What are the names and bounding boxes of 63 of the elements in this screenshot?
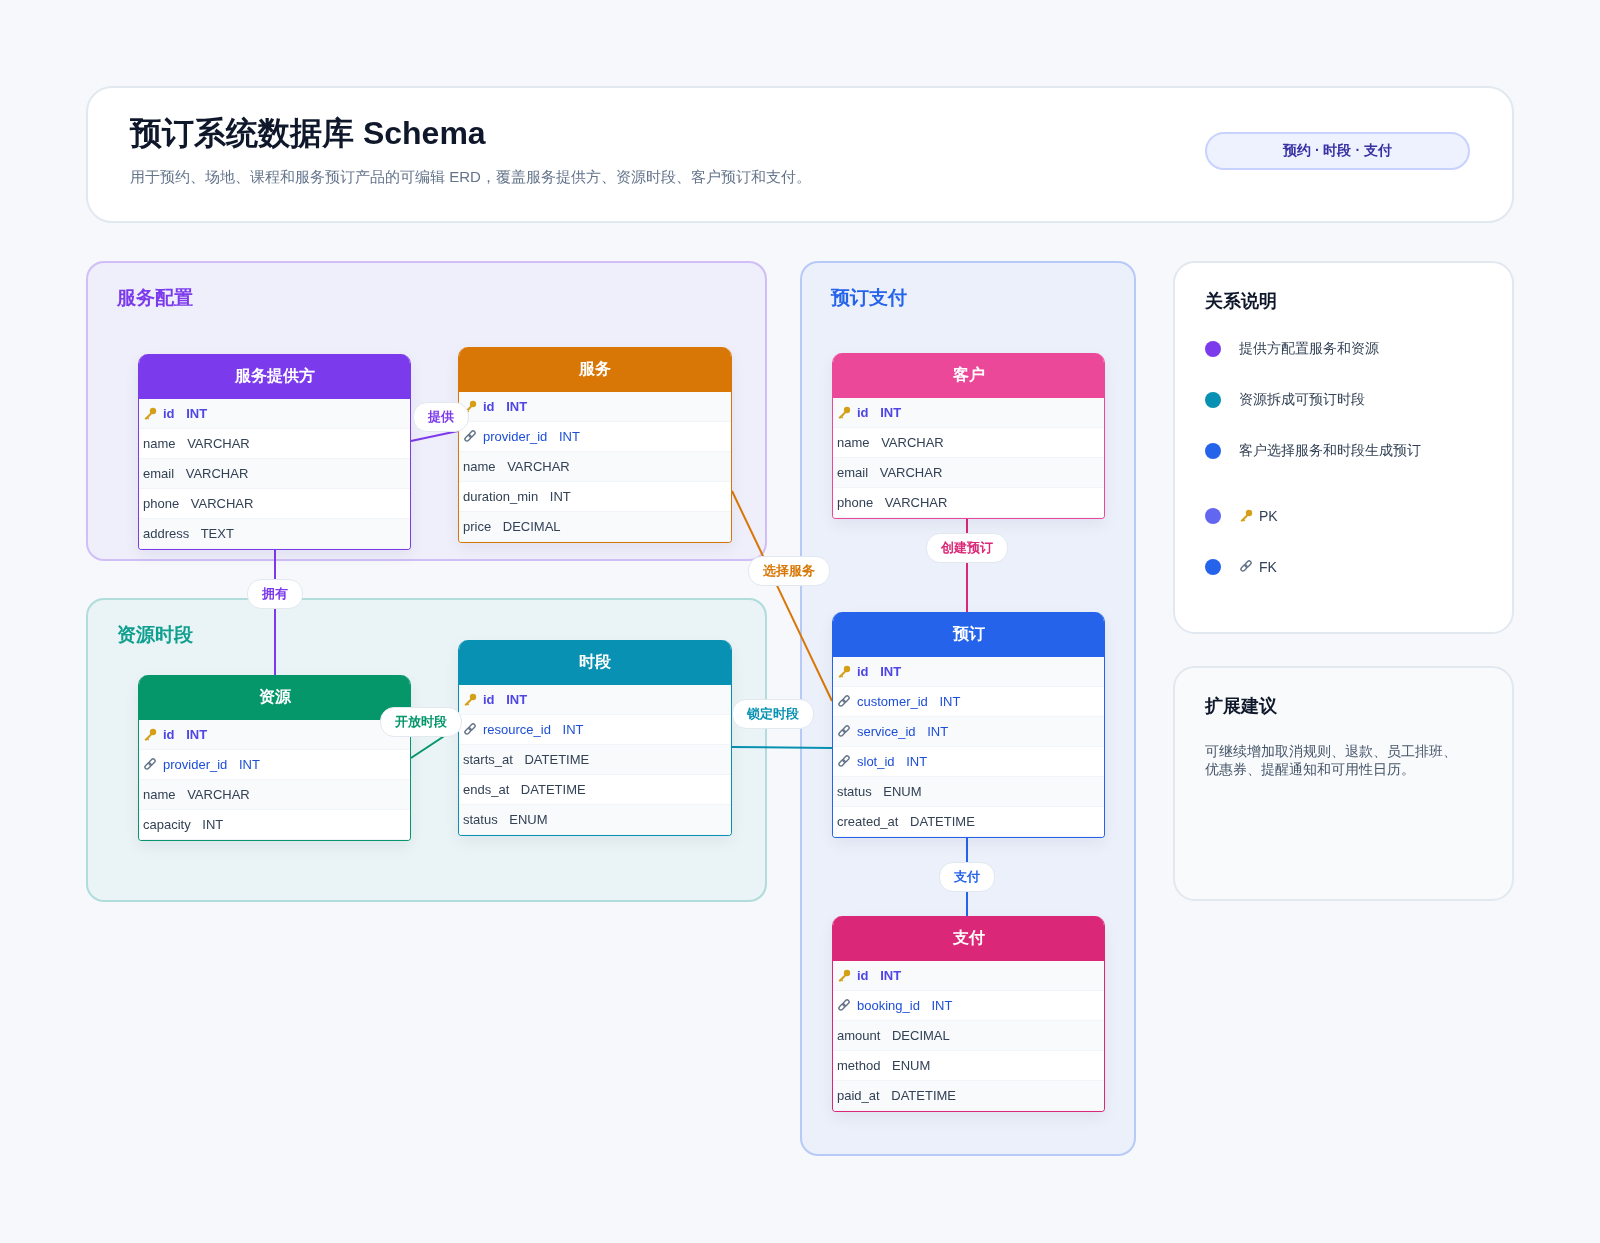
column-field: email VARCHAR	[837, 465, 943, 480]
legend-text: 客户选择服务和时段生成预订	[1239, 442, 1421, 460]
relation-label: 选择服务	[748, 556, 830, 586]
column-field: email VARCHAR	[143, 466, 249, 481]
page-subtitle: 用于预约、场地、课程和服务预订产品的可编辑 ERD，覆盖服务提供方、资源时段、客户预订和支付。	[130, 168, 811, 187]
column-field: status ENUM	[463, 812, 548, 827]
column-field: phone VARCHAR	[837, 495, 948, 510]
column-field: customer_id INT	[857, 694, 961, 709]
table-title: 时段	[459, 640, 731, 685]
column-field: id INT	[483, 399, 528, 414]
page-title: 预订系统数据库 Schema	[130, 114, 487, 153]
column-field: id INT	[163, 727, 208, 742]
column-field: booking_id INT	[857, 998, 953, 1013]
table-title: 服务提供方	[139, 354, 410, 399]
legend-text: 提供方配置服务和资源	[1239, 340, 1379, 358]
legend-text: FK	[1259, 559, 1277, 575]
column-field: address TEXT	[143, 526, 234, 541]
column-field: name VARCHAR	[143, 787, 250, 802]
relation-label: 拥有	[247, 579, 303, 609]
entity-table[interactable]: 支付 id INT booking_id INT amount DECIMAL method ENUM paid_at DATETIME	[832, 916, 1105, 1112]
column-field: created_at DATETIME	[837, 814, 975, 829]
group-title: 资源时段	[117, 623, 193, 647]
table-title: 预订	[833, 612, 1104, 657]
column-field: id INT	[857, 968, 902, 983]
legend-text: 资源拆成可预订时段	[1239, 391, 1365, 409]
column-field: name VARCHAR	[463, 459, 570, 474]
column-field: price DECIMAL	[463, 519, 561, 534]
relation-label: 提供	[413, 402, 469, 432]
group-title: 预订支付	[831, 286, 907, 310]
entity-table[interactable]: 客户 id INT name VARCHAR email VARCHAR phone VARCHAR	[832, 353, 1105, 519]
column-field: id INT	[163, 406, 208, 421]
legend-text: PK	[1259, 508, 1278, 524]
relation-label: 锁定时段	[732, 699, 814, 729]
column-field: ends_at DATETIME	[463, 782, 586, 797]
column-field: capacity INT	[143, 817, 224, 832]
entity-table[interactable]: 服务提供方 id INT name VARCHAR email VARCHAR phone VARCHAR address TEXT	[138, 354, 411, 550]
column-field: name VARCHAR	[837, 435, 944, 450]
column-field: name VARCHAR	[143, 436, 250, 451]
entity-table[interactable]: 时段 id INT resource_id INT starts_at DATETIME ends_at DATETIME status ENUM	[458, 640, 732, 836]
group-title: 服务配置	[117, 286, 193, 310]
column-field: method ENUM	[837, 1058, 931, 1073]
table-title: 服务	[459, 347, 731, 392]
panel-title: 关系说明	[1205, 290, 1278, 313]
relation-label: 创建预订	[926, 533, 1008, 563]
table-title: 客户	[833, 353, 1104, 398]
entity-table[interactable]: 服务 id INT provider_id INT name VARCHAR duration_min INT price DECIMAL	[458, 347, 732, 543]
column-field: provider_id INT	[483, 429, 580, 444]
column-field: id INT	[483, 692, 528, 707]
column-field: phone VARCHAR	[143, 496, 254, 511]
table-title: 支付	[833, 916, 1104, 961]
column-field: slot_id INT	[857, 754, 928, 769]
column-field: id INT	[857, 664, 902, 679]
column-field: service_id INT	[857, 724, 949, 739]
column-field: duration_min INT	[463, 489, 571, 504]
suggestion-text: 可继续增加取消规则、退款、员工排班、优惠券、提醒通知和可用性日历。	[1205, 742, 1458, 779]
column-field: provider_id INT	[163, 757, 260, 772]
panel-title: 扩展建议	[1205, 695, 1278, 718]
column-field: resource_id INT	[483, 722, 584, 737]
entity-table[interactable]: 预订 id INT customer_id INT service_id INT slot_id INT status ENUM created_at DATETIME	[832, 612, 1105, 838]
column-field: status ENUM	[837, 784, 922, 799]
tag-badge: 预约 · 时段 · 支付	[1205, 132, 1470, 170]
relation-label: 支付	[939, 862, 995, 892]
column-field: id INT	[857, 405, 902, 420]
